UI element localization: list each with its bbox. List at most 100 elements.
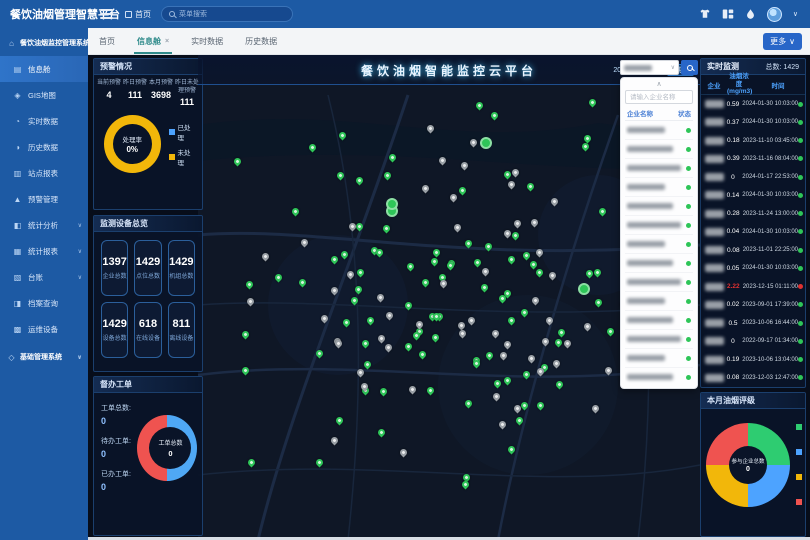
map-marker-offline[interactable] — [513, 219, 523, 229]
menu-search-input[interactable]: 菜单搜索 — [161, 6, 293, 22]
map-marker-offline[interactable] — [466, 315, 476, 325]
map-marker-offline[interactable] — [330, 285, 340, 295]
map-marker-online[interactable] — [605, 326, 615, 336]
map-marker-offline[interactable] — [530, 295, 540, 305]
map-marker-online[interactable] — [483, 241, 493, 251]
map-marker-online[interactable] — [587, 98, 597, 108]
map-marker-offline[interactable] — [511, 168, 521, 178]
menu-toggle-icon[interactable] — [100, 9, 113, 19]
device-card-离线设备[interactable]: 811离线设备 — [168, 302, 195, 358]
company-list-item[interactable] — [625, 273, 693, 292]
map-marker-online[interactable] — [377, 428, 387, 438]
map-marker-offline[interactable] — [547, 270, 557, 280]
map-marker-offline[interactable] — [398, 448, 408, 458]
map-marker-offline[interactable] — [498, 351, 508, 361]
map-marker-online[interactable] — [522, 250, 532, 260]
map-marker-online[interactable] — [330, 255, 340, 265]
map-marker-offline[interactable] — [549, 197, 559, 207]
realtime-row[interactable]: 0.182023-11-10 03:45:00 — [701, 132, 805, 150]
device-card-机组总数[interactable]: 1429机组总数 — [168, 240, 195, 296]
map-marker-online[interactable] — [506, 316, 516, 326]
map-marker-offline[interactable] — [498, 419, 508, 429]
realtime-row[interactable]: 0.042024-01-30 10:03:00 — [701, 223, 805, 241]
map-marker-offline[interactable] — [562, 338, 572, 348]
more-button[interactable]: 更多∨ — [763, 33, 802, 50]
map-marker-online[interactable] — [420, 278, 430, 288]
map-marker-online[interactable] — [382, 224, 392, 234]
map-marker-online[interactable] — [514, 415, 524, 425]
map-marker-online[interactable] — [361, 339, 371, 349]
map-marker-offline[interactable] — [604, 366, 614, 376]
map-marker-offline[interactable] — [545, 316, 555, 326]
map-marker-online[interactable] — [404, 300, 414, 310]
map-marker-online[interactable] — [526, 182, 536, 192]
map-marker-online[interactable] — [580, 141, 590, 151]
map-marker-online[interactable] — [387, 153, 397, 163]
map-marker-online[interactable] — [492, 378, 502, 388]
map-marker-offline[interactable] — [480, 267, 490, 277]
map-marker-online[interactable] — [528, 260, 538, 270]
company-list-item[interactable] — [625, 140, 693, 159]
map-marker-online[interactable] — [354, 285, 364, 295]
company-list-item[interactable] — [625, 216, 693, 235]
map-marker-online[interactable] — [245, 279, 255, 289]
map-marker-online[interactable] — [594, 298, 604, 308]
map-marker-offline[interactable] — [457, 328, 467, 338]
realtime-row[interactable]: 0.052024-01-30 10:03:00 — [701, 259, 805, 277]
sidebar-item-GIS地图[interactable]: ◈GIS地图 — [0, 82, 88, 108]
map-marker-online[interactable] — [553, 338, 563, 348]
map-marker-offline[interactable] — [348, 221, 358, 231]
realtime-row[interactable]: 02022-09-17 01:34:00 — [701, 332, 805, 350]
company-list-item[interactable] — [625, 330, 693, 349]
map-marker-offline[interactable] — [421, 184, 431, 194]
map-marker-online[interactable] — [480, 283, 490, 293]
device-card-在线设备[interactable]: 618在线设备 — [134, 302, 161, 358]
map-marker-online[interactable] — [314, 349, 324, 359]
map-marker-online[interactable] — [241, 330, 251, 340]
company-list-item[interactable] — [625, 254, 693, 273]
sidebar-item-站点报表[interactable]: ▥站点报表 — [0, 160, 88, 186]
map-marker-online[interactable] — [592, 267, 602, 277]
collapse-chevron-up-icon[interactable]: ∧ — [625, 80, 693, 90]
map-marker-online[interactable] — [290, 207, 300, 217]
map-marker-online[interactable] — [356, 267, 366, 277]
sidebar-item-统计分析[interactable]: ◧统计分析∨ — [0, 212, 88, 238]
company-list-item[interactable] — [625, 159, 693, 178]
close-icon[interactable]: × — [165, 38, 169, 45]
map-marker-online[interactable] — [417, 350, 427, 360]
map-marker-online[interactable] — [240, 365, 250, 375]
user-menu-chevron-down-icon[interactable]: ∨ — [793, 10, 798, 18]
sidebar-item-实时数据[interactable]: ◔实时数据 — [0, 108, 88, 134]
breadcrumb-home[interactable]: 首页 — [125, 9, 151, 20]
map-marker-online[interactable] — [510, 230, 520, 240]
map-marker-offline[interactable] — [468, 138, 478, 148]
sidebar-item-档案查询[interactable]: ◨档案查询 — [0, 290, 88, 316]
map-marker-online[interactable] — [247, 458, 257, 468]
map-marker-online[interactable] — [535, 268, 545, 278]
realtime-row[interactable]: 0.392023-11-16 08:04:00 — [701, 150, 805, 168]
map-marker-offline[interactable] — [527, 353, 537, 363]
realtime-row[interactable]: 0.082023-11-01 22:25:00 — [701, 241, 805, 259]
company-list-item[interactable] — [625, 178, 693, 197]
map-marker-offline[interactable] — [438, 156, 448, 166]
realtime-row[interactable]: 0.142024-01-30 10:03:00 — [701, 186, 805, 204]
map-marker-online[interactable] — [506, 445, 516, 455]
realtime-row[interactable]: 02024-01-17 22:53:00 — [701, 168, 805, 186]
map-marker-online[interactable] — [519, 308, 529, 318]
map-marker-online[interactable] — [521, 370, 531, 380]
map-marker-offline[interactable] — [261, 251, 271, 261]
sidebar-group-0[interactable]: ⌂餐饮油烟监控管理系统∧ — [0, 28, 88, 56]
company-list-item[interactable] — [625, 368, 693, 386]
map-marker-online[interactable] — [597, 206, 607, 216]
map-marker-offline[interactable] — [582, 322, 592, 332]
map-marker-offline[interactable] — [535, 247, 545, 257]
sidebar-group-1[interactable]: ◇基础管理系统∨ — [0, 342, 88, 370]
map-marker-online[interactable] — [489, 111, 499, 121]
map-marker-online[interactable] — [273, 272, 283, 282]
map-cluster[interactable] — [578, 283, 590, 295]
map-marker-online[interactable] — [472, 258, 482, 268]
map-marker-online[interactable] — [382, 171, 392, 181]
company-search-button[interactable] — [681, 60, 698, 75]
company-select[interactable]: ∨ — [620, 60, 679, 75]
map-marker-offline[interactable] — [330, 436, 340, 446]
